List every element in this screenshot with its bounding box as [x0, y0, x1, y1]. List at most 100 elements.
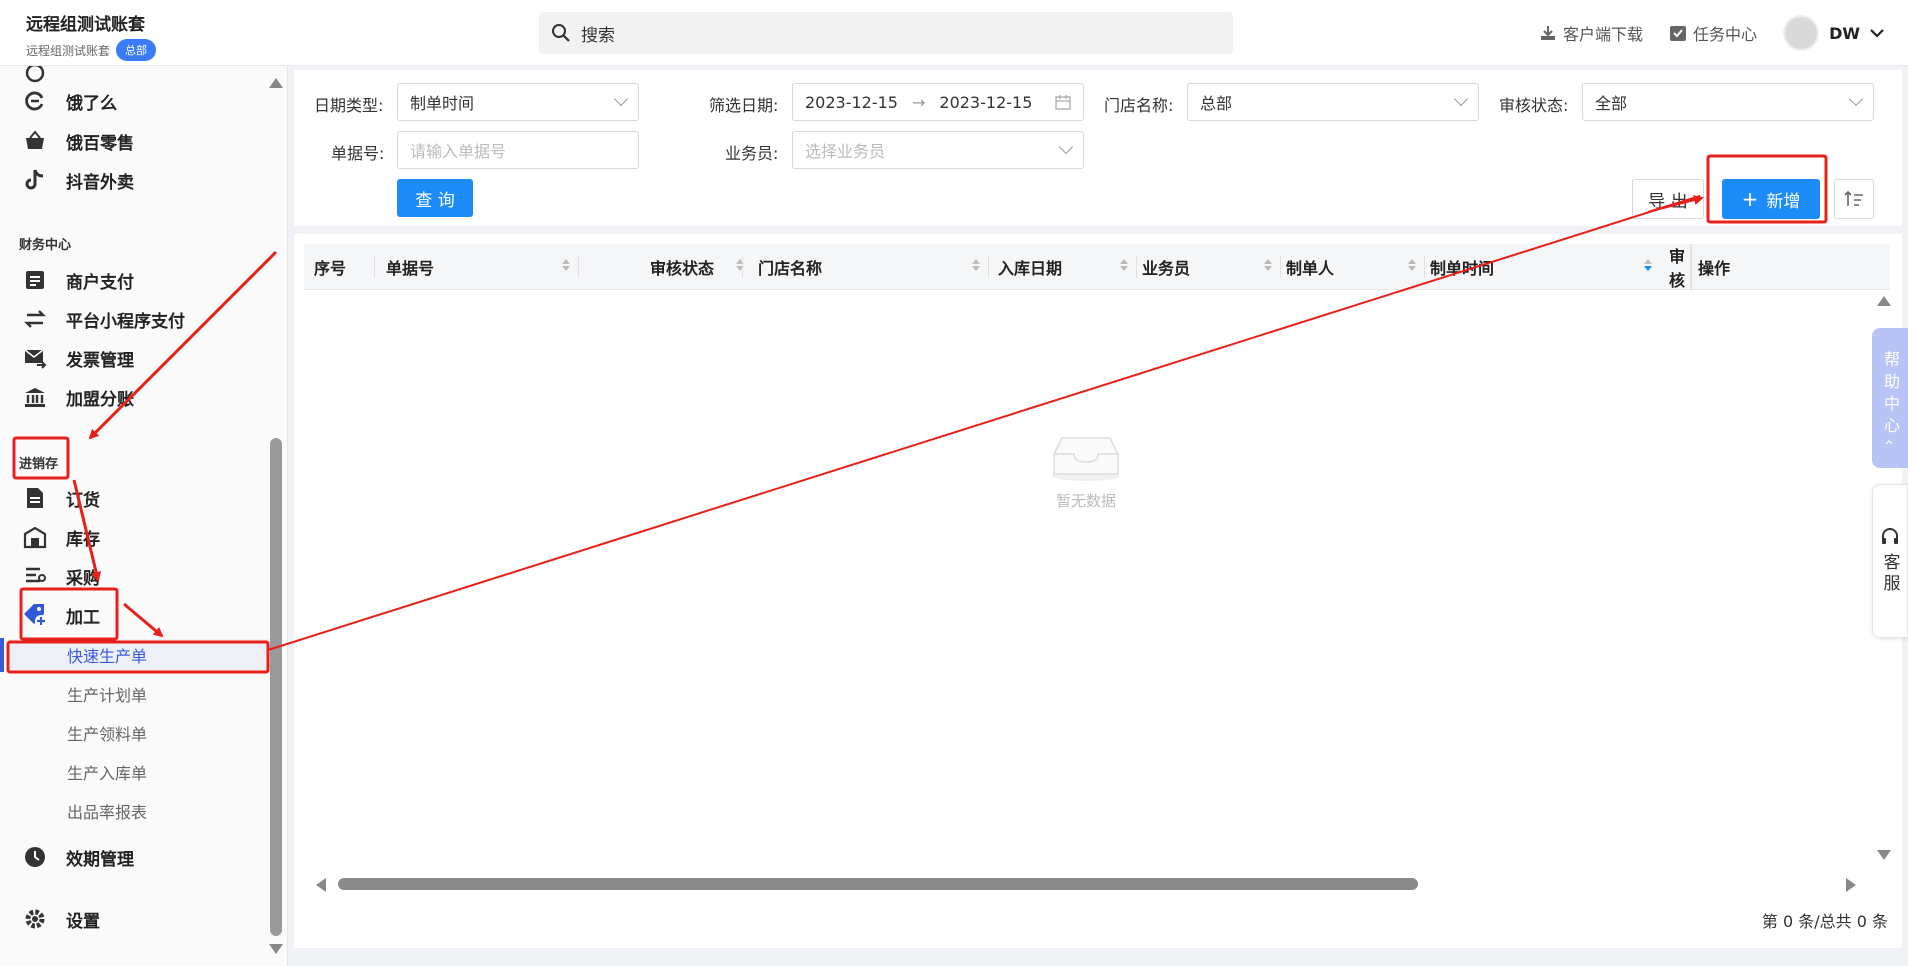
- brand[interactable]: 远程组测试账套 远程组测试账套 总部: [26, 10, 157, 61]
- sidebar-item-expiry[interactable]: 效期管理: [22, 844, 134, 870]
- main-content: 日期类型: 制单时间 筛选日期: 2023-12-15 → 2023-12-15…: [294, 70, 1902, 948]
- column-sort-settings-button[interactable]: [1834, 179, 1874, 219]
- help-center-tab[interactable]: 帮助中心 ‹: [1872, 328, 1908, 468]
- plus-icon: +: [1741, 187, 1759, 211]
- col-store-name[interactable]: 门店名称: [758, 244, 988, 290]
- sidebar-item-settings[interactable]: 设置: [22, 906, 100, 932]
- calendar-icon: [1055, 95, 1071, 110]
- date-start: 2023-12-15: [805, 92, 898, 112]
- sidebar-item-label: 订货: [66, 490, 100, 511]
- sidebar-item-label: 加盟分账: [66, 389, 134, 410]
- sidebar-item-label: 饿百零售: [66, 133, 134, 154]
- audit-status-value: 全部: [1595, 94, 1628, 113]
- task-center-label: 任务中心: [1693, 25, 1758, 44]
- sidebar-subitem-production-inbound[interactable]: 生产入库单: [67, 760, 147, 784]
- sidebar-subitem-quick-production[interactable]: 快速生产单: [67, 643, 147, 667]
- salesman-placeholder: 选择业务员: [805, 142, 886, 161]
- empty-state: 暂无数据: [1048, 430, 1124, 511]
- global-search[interactable]: 搜索: [539, 12, 1233, 54]
- sidebar-item-label: 抖音外卖: [66, 172, 134, 193]
- salesman-label: 业务员:: [725, 144, 779, 163]
- doc-no-input[interactable]: 请输入单据号: [397, 131, 639, 169]
- add-button[interactable]: + 新增: [1722, 179, 1820, 219]
- sidebar-item-eleme[interactable]: 饿了么: [22, 88, 117, 114]
- col-doc-no[interactable]: 单据号: [386, 244, 578, 290]
- add-button-label: 新增: [1766, 191, 1801, 212]
- task-check-icon: [1670, 26, 1687, 41]
- hscroll-right-arrow[interactable]: [1846, 878, 1856, 892]
- scroll-down-arrow[interactable]: [269, 944, 283, 954]
- clock-icon: [22, 844, 48, 870]
- col-audit-status[interactable]: 审核状态: [650, 244, 744, 290]
- sidebar-item-merchant-pay[interactable]: 商户支付: [22, 267, 134, 293]
- sidebar-item-label: 商户支付: [66, 272, 134, 293]
- col-index: 序号: [314, 259, 347, 278]
- sidebar-item-ebai[interactable]: 饿百零售: [22, 128, 134, 154]
- chevron-down-icon: [1058, 139, 1074, 155]
- date-arrow-icon: →: [911, 92, 926, 112]
- sidebar-subitem-material-requisition[interactable]: 生产领料单: [67, 721, 147, 745]
- date-type-value: 制单时间: [410, 94, 475, 113]
- client-download-link[interactable]: 客户端下载: [1539, 21, 1643, 45]
- exchange-icon: [22, 306, 48, 332]
- table-horizontal-scrollbar[interactable]: [338, 878, 1418, 890]
- purchase-icon: [22, 563, 48, 589]
- task-center-link[interactable]: 任务中心: [1669, 21, 1757, 45]
- sidebar: 饿了么 饿百零售 抖音外卖 财务中心 商户支付 平台小程序支付 发票管理 加盟分…: [0, 66, 288, 966]
- store-select[interactable]: 总部: [1187, 83, 1479, 121]
- search-placeholder: 搜索: [581, 25, 615, 46]
- audit-status-select[interactable]: 全部: [1582, 83, 1874, 121]
- sidebar-item-stock[interactable]: 库存: [22, 524, 100, 550]
- mail-send-icon: [22, 345, 48, 371]
- chevron-down-icon: [1870, 29, 1884, 38]
- table-scroll-down-arrow[interactable]: [1877, 850, 1891, 860]
- col-salesman[interactable]: 业务员: [1142, 244, 1280, 290]
- query-button[interactable]: 查 询: [397, 179, 473, 217]
- doc-no-label: 单据号:: [331, 144, 385, 163]
- eleme-icon: [22, 88, 48, 114]
- brand-subtitle: 远程组测试账套: [26, 43, 111, 58]
- search-icon: [552, 24, 570, 42]
- col-audit-truncated[interactable]: 审核: [1669, 244, 1691, 290]
- hscroll-left-arrow[interactable]: [316, 878, 326, 892]
- store-value: 总部: [1200, 94, 1233, 113]
- user-menu[interactable]: DW: [1783, 15, 1884, 51]
- sidebar-item-douyin[interactable]: 抖音外卖: [22, 167, 134, 193]
- tiktok-icon: [22, 167, 48, 193]
- sidebar-item-label: 发票管理: [66, 350, 134, 371]
- sidebar-item-label: 库存: [66, 529, 100, 550]
- export-button[interactable]: 导 出: [1632, 179, 1704, 219]
- col-created-time[interactable]: 制单时间: [1430, 244, 1660, 290]
- col-creator[interactable]: 制单人: [1286, 244, 1424, 290]
- sort-settings-icon: [1844, 190, 1863, 206]
- date-range-picker[interactable]: 2023-12-15 → 2023-12-15: [792, 83, 1084, 121]
- menu-partial-icon: [22, 66, 48, 86]
- top-header: 远程组测试账套 远程组测试账套 总部 搜索 客户端下载 任务中心 DW: [0, 0, 1908, 66]
- salesman-select[interactable]: 选择业务员: [792, 131, 1084, 169]
- sidebar-subitem-production-plan[interactable]: 生产计划单: [67, 682, 147, 706]
- sidebar-item-mini-pay[interactable]: 平台小程序支付: [22, 306, 185, 332]
- client-download-label: 客户端下载: [1563, 25, 1644, 44]
- chevron-down-icon: [613, 91, 629, 107]
- sidebar-item-partial[interactable]: [22, 66, 48, 86]
- sidebar-subitem-yield-report[interactable]: 出品率报表: [67, 799, 147, 823]
- sidebar-item-order[interactable]: 订货: [22, 485, 100, 511]
- scroll-up-arrow[interactable]: [269, 78, 283, 88]
- customer-service-tab[interactable]: 客服: [1872, 484, 1908, 638]
- sidebar-item-label: 采购: [66, 568, 100, 589]
- col-actions: 操作: [1698, 259, 1731, 278]
- document-icon: [22, 267, 48, 293]
- table-header: 序号 单据号 审核状态 门店名称 入库日期 业务员 制单人 制单时间 审核 操作: [304, 244, 1890, 290]
- gear-icon: [22, 906, 48, 932]
- date-type-select[interactable]: 制单时间: [397, 83, 639, 121]
- branch-badge[interactable]: 总部: [116, 39, 157, 61]
- sidebar-scrollbar[interactable]: [270, 438, 282, 936]
- sidebar-item-invoice[interactable]: 发票管理: [22, 345, 134, 371]
- sidebar-item-franchise-split[interactable]: 加盟分账: [22, 384, 134, 410]
- sidebar-item-purchase[interactable]: 采购: [22, 563, 100, 589]
- sidebar-item-processing[interactable]: 加工: [22, 602, 100, 628]
- file-icon: [22, 485, 48, 511]
- table-scroll-up-arrow[interactable]: [1877, 296, 1891, 306]
- headset-icon: [1882, 528, 1898, 544]
- col-inbound-date[interactable]: 入库日期: [998, 244, 1136, 290]
